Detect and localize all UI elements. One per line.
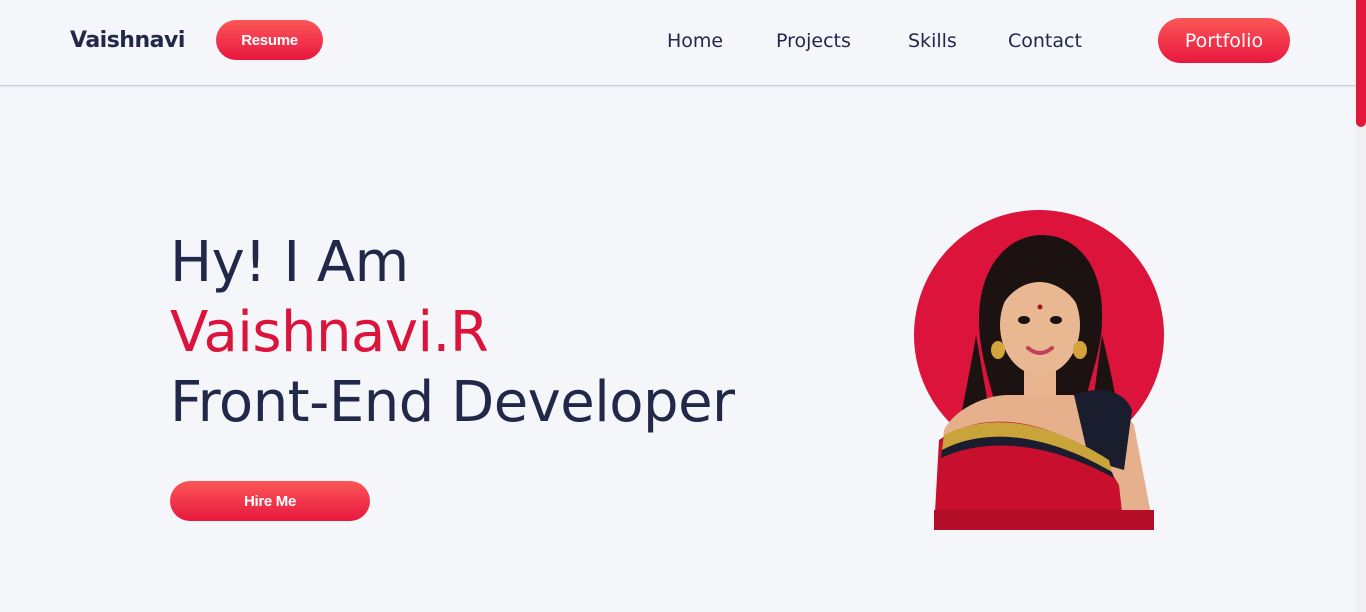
hero-greeting: Hy! I Am: [170, 230, 409, 295]
scrollbar-thumb[interactable]: [1356, 0, 1366, 127]
scrollbar-track[interactable]: [1356, 0, 1366, 612]
portfolio-button[interactable]: Portfolio: [1158, 18, 1290, 63]
navbar: Vaishnavi Resume Home Projects Skills Co…: [0, 0, 1356, 86]
nav-link-contact[interactable]: Contact: [1008, 29, 1082, 53]
hero-role: Front-End Developer: [170, 370, 735, 435]
nav-link-home[interactable]: Home: [667, 29, 723, 53]
nav-link-skills[interactable]: Skills: [908, 29, 957, 53]
hero-text: Hy! I Am Vaishnavi.R Front-End Developer: [170, 228, 735, 438]
hero-name: Vaishnavi.R: [170, 300, 489, 365]
profile-avatar: [914, 210, 1164, 530]
hire-me-button[interactable]: Hire Me: [170, 481, 370, 521]
resume-button[interactable]: Resume: [216, 20, 323, 60]
brand-logo[interactable]: Vaishnavi: [70, 27, 185, 55]
nav-link-projects[interactable]: Projects: [776, 29, 851, 53]
profile-photo-icon: [914, 210, 1164, 530]
